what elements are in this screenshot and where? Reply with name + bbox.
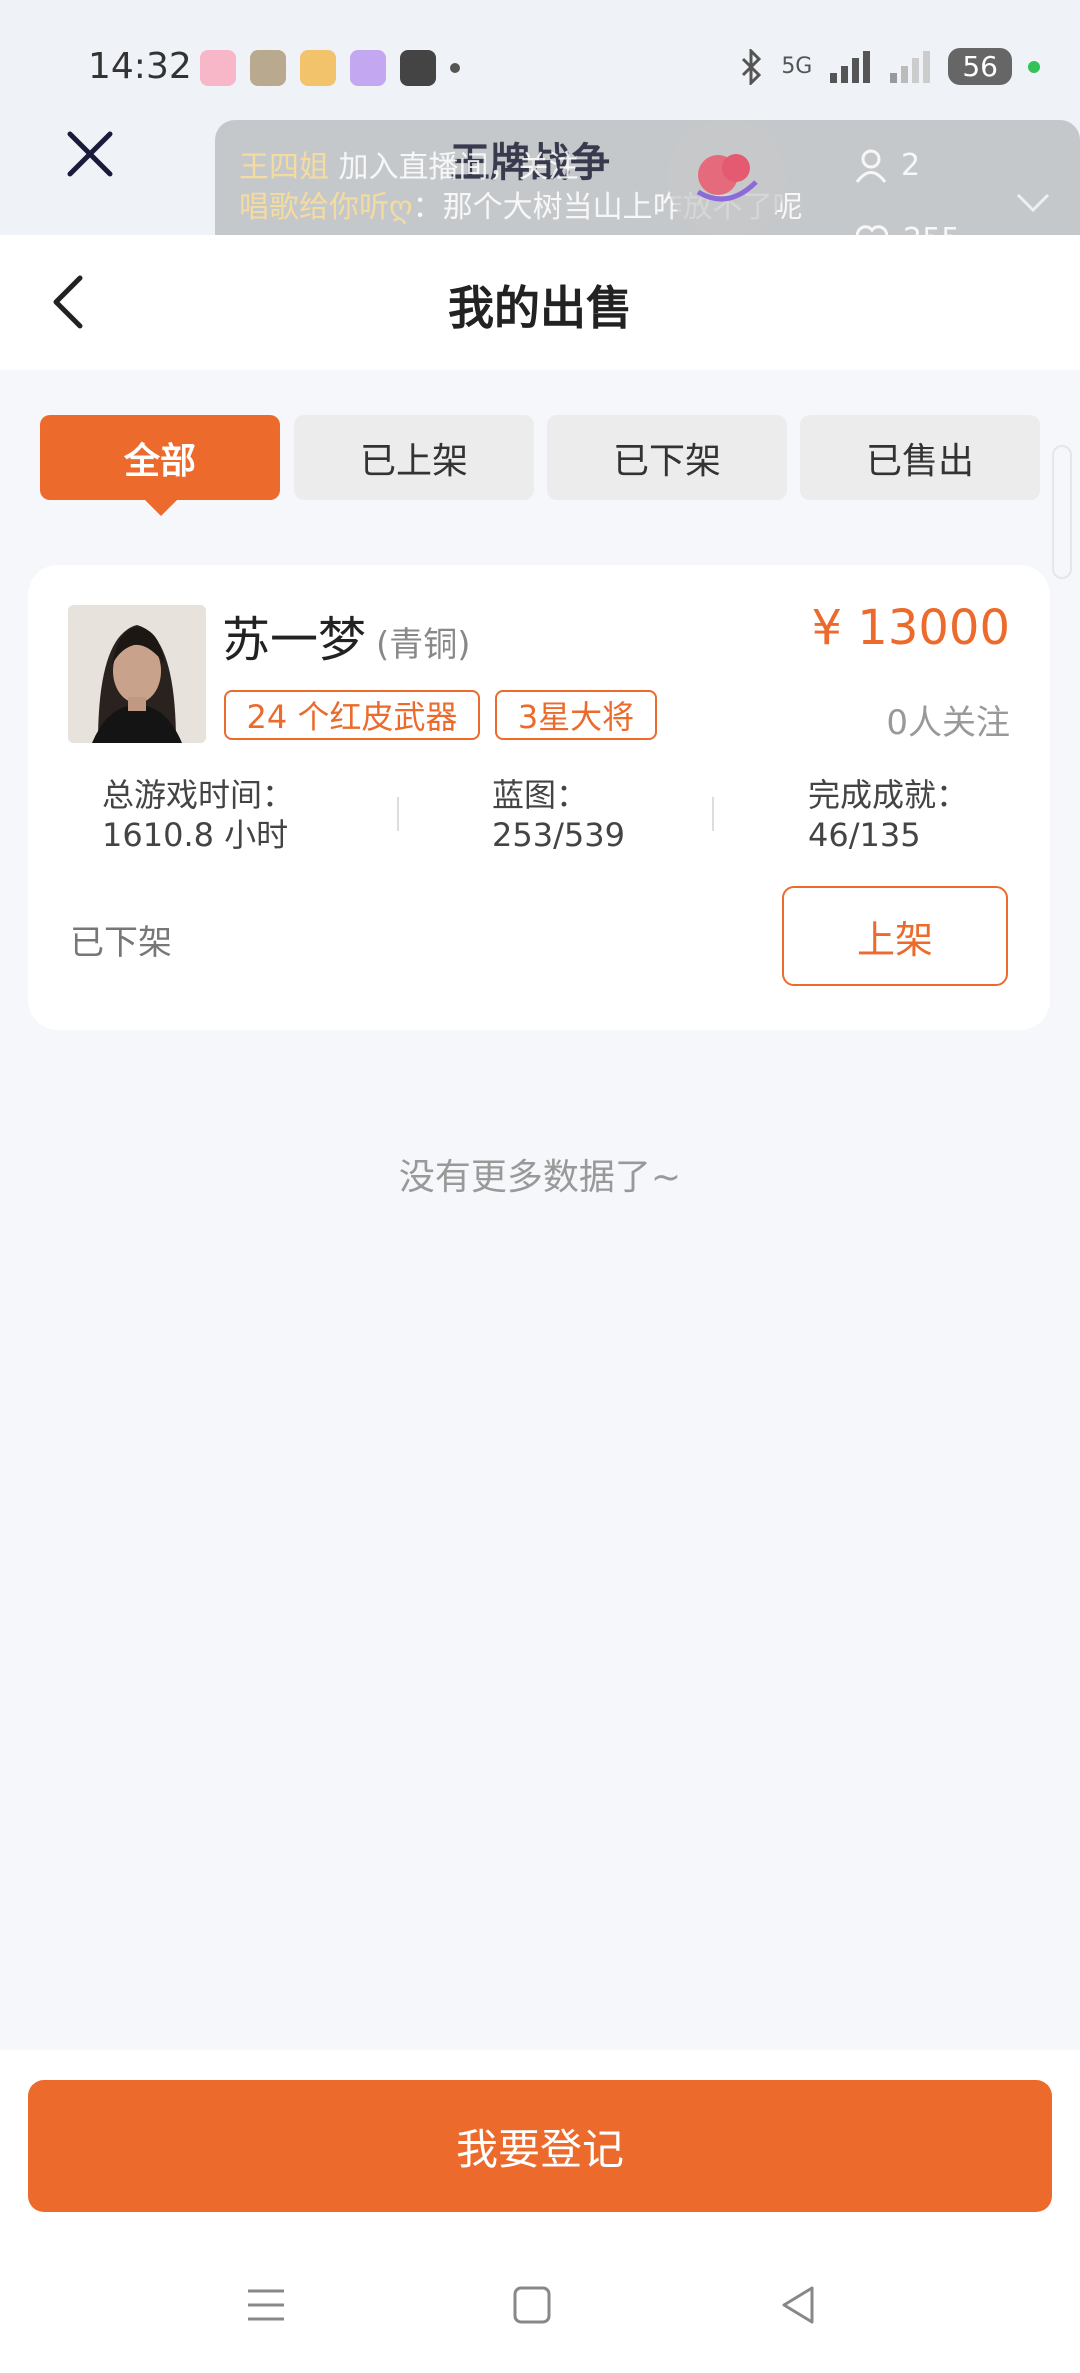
anchor-logo-icon	[696, 154, 758, 202]
register-button[interactable]: 我要登记	[28, 2080, 1052, 2212]
tab-all[interactable]: 全部	[40, 415, 280, 500]
character-rank: (青铜)	[376, 625, 471, 665]
page-title: 我的出售	[448, 281, 632, 335]
status-time: 14:32	[88, 46, 192, 87]
app-notification-icon	[350, 50, 386, 86]
app-notification-icon	[200, 50, 236, 86]
tag-star-general: 3星大将	[495, 690, 657, 740]
stat-label: 总游戏时间：	[102, 776, 295, 814]
app-notification-icon	[250, 50, 286, 86]
more-notifications-icon	[450, 63, 460, 73]
list-for-sale-button[interactable]: 上架	[782, 886, 1008, 986]
tab-sold[interactable]: 已售出	[800, 415, 1040, 500]
comment-user: 王四姐	[239, 150, 329, 185]
tiktok-icon	[400, 50, 436, 86]
app-notification-icon	[300, 50, 336, 86]
privacy-indicator-icon	[1028, 60, 1040, 73]
stat-achievements: 完成成就： 46/135	[808, 775, 968, 855]
stat-value: 253/539	[492, 816, 625, 854]
end-of-list-text: 没有更多数据了~	[398, 1157, 682, 1198]
active-tab-pointer	[143, 498, 179, 516]
divider	[397, 797, 399, 831]
close-icon[interactable]	[64, 128, 116, 180]
stat-label: 完成成就：	[808, 776, 969, 814]
tab-delisted[interactable]: 已下架	[547, 415, 787, 500]
home-icon[interactable]	[510, 2283, 554, 2327]
signal-icon	[830, 50, 871, 83]
character-name: 苏一梦	[222, 612, 367, 668]
viewer-count: 2	[855, 148, 920, 183]
notification-icons	[200, 50, 460, 86]
divider	[712, 797, 714, 831]
stat-playtime: 总游戏时间： 1610.8 小时	[102, 775, 294, 855]
stat-label: 蓝图：	[492, 776, 589, 814]
stat-blueprints: 蓝图： 253/539	[492, 775, 625, 855]
character-avatar	[68, 605, 206, 743]
follower-count: 0人关注	[886, 703, 1010, 743]
character-name-row: 苏一梦 (青铜)	[222, 600, 471, 670]
system-status: 5G 56	[739, 48, 1040, 85]
chevron-down-icon[interactable]	[1015, 192, 1051, 214]
back-triangle-icon[interactable]	[776, 2283, 820, 2327]
listing-price: ¥ 13000	[811, 600, 1011, 656]
menu-icon[interactable]	[244, 2283, 288, 2327]
stat-value: 1610.8 小时	[102, 816, 289, 854]
tag-red-weapons: 24 个红皮武器	[224, 690, 480, 740]
character-portrait	[68, 605, 206, 743]
person-icon	[855, 149, 887, 183]
bluetooth-icon	[742, 48, 762, 85]
comment-row: 王四姐 加入直播间，关注	[239, 142, 579, 186]
tab-listed[interactable]: 已上架	[294, 415, 534, 500]
stat-value: 46/135	[808, 816, 921, 854]
battery-indicator: 56	[948, 48, 1012, 85]
comment-text: 加入直播间，关注	[329, 150, 579, 185]
signal-secondary-icon	[890, 50, 931, 83]
viewer-count-value: 2	[901, 148, 921, 183]
listing-status: 已下架	[70, 923, 172, 963]
network-type: 5G	[781, 54, 813, 79]
comment-user: 唱歌给你听ღ	[239, 190, 413, 225]
live-anchor-avatar[interactable]	[668, 120, 786, 238]
scrollbar[interactable]	[1052, 445, 1072, 579]
